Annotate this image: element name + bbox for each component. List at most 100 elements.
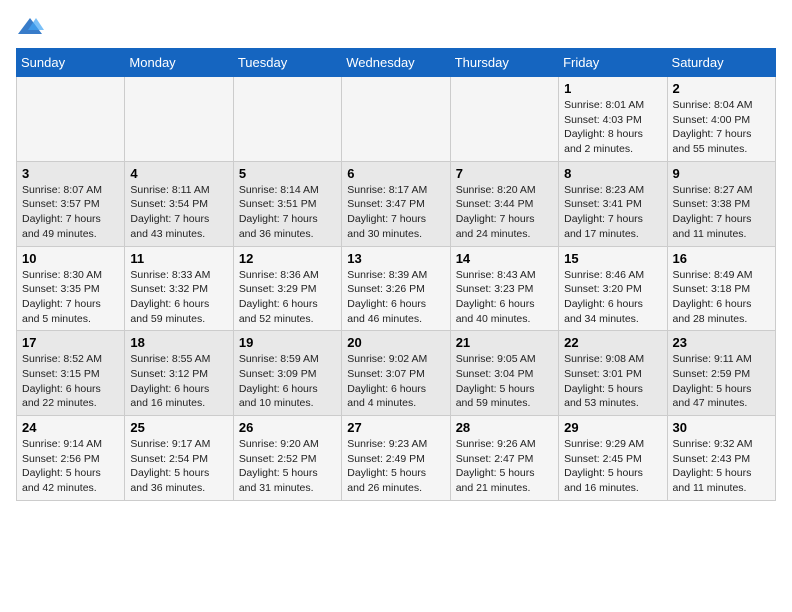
- calendar-cell: 3 Sunrise: 8:07 AMSunset: 3:57 PMDaylight…: [17, 161, 125, 246]
- calendar-cell: 18 Sunrise: 8:55 AMSunset: 3:12 PMDayligh…: [125, 331, 233, 416]
- day-info: Sunrise: 9:08 AMSunset: 3:01 PMDaylight:…: [564, 352, 661, 411]
- day-info: Sunrise: 8:49 AMSunset: 3:18 PMDaylight:…: [673, 268, 770, 327]
- day-number: 8: [564, 166, 661, 181]
- calendar-cell: [17, 77, 125, 162]
- day-number: 1: [564, 81, 661, 96]
- day-info: Sunrise: 8:23 AMSunset: 3:41 PMDaylight:…: [564, 183, 661, 242]
- day-info: Sunrise: 8:11 AMSunset: 3:54 PMDaylight:…: [130, 183, 227, 242]
- calendar-cell: [125, 77, 233, 162]
- day-number: 10: [22, 251, 119, 266]
- day-number: 29: [564, 420, 661, 435]
- day-number: 20: [347, 335, 444, 350]
- day-number: 28: [456, 420, 553, 435]
- calendar-cell: 22 Sunrise: 9:08 AMSunset: 3:01 PMDayligh…: [559, 331, 667, 416]
- calendar-cell: 1 Sunrise: 8:01 AMSunset: 4:03 PMDaylight…: [559, 77, 667, 162]
- day-info: Sunrise: 8:30 AMSunset: 3:35 PMDaylight:…: [22, 268, 119, 327]
- day-info: Sunrise: 9:02 AMSunset: 3:07 PMDaylight:…: [347, 352, 444, 411]
- day-number: 27: [347, 420, 444, 435]
- day-info: Sunrise: 8:17 AMSunset: 3:47 PMDaylight:…: [347, 183, 444, 242]
- calendar-cell: 30 Sunrise: 9:32 AMSunset: 2:43 PMDayligh…: [667, 416, 775, 501]
- day-number: 13: [347, 251, 444, 266]
- weekday-header-tuesday: Tuesday: [233, 49, 341, 77]
- day-number: 2: [673, 81, 770, 96]
- calendar-cell: 6 Sunrise: 8:17 AMSunset: 3:47 PMDaylight…: [342, 161, 450, 246]
- calendar-cell: 28Sunrise: 9:26 AMSunset: 2:47 PMDayligh…: [450, 416, 558, 501]
- calendar-cell: 5 Sunrise: 8:14 AMSunset: 3:51 PMDaylight…: [233, 161, 341, 246]
- day-info: Sunrise: 8:55 AMSunset: 3:12 PMDaylight:…: [130, 352, 227, 411]
- calendar-cell: 29 Sunrise: 9:29 AMSunset: 2:45 PMDayligh…: [559, 416, 667, 501]
- logo: [16, 16, 48, 38]
- weekday-header-sunday: Sunday: [17, 49, 125, 77]
- day-number: 4: [130, 166, 227, 181]
- calendar-cell: 23 Sunrise: 9:11 AMSunset: 2:59 PMDayligh…: [667, 331, 775, 416]
- calendar-cell: 8 Sunrise: 8:23 AMSunset: 3:41 PMDaylight…: [559, 161, 667, 246]
- day-info: Sunrise: 8:46 AMSunset: 3:20 PMDaylight:…: [564, 268, 661, 327]
- day-number: 6: [347, 166, 444, 181]
- day-info: Sunrise: 9:14 AMSunset: 2:56 PMDaylight:…: [22, 437, 119, 496]
- day-info: Sunrise: 8:14 AMSunset: 3:51 PMDaylight:…: [239, 183, 336, 242]
- day-info: Sunrise: 8:52 AMSunset: 3:15 PMDaylight:…: [22, 352, 119, 411]
- day-number: 17: [22, 335, 119, 350]
- day-info: Sunrise: 9:20 AMSunset: 2:52 PMDaylight:…: [239, 437, 336, 496]
- calendar-cell: 17 Sunrise: 8:52 AMSunset: 3:15 PMDayligh…: [17, 331, 125, 416]
- weekday-header-wednesday: Wednesday: [342, 49, 450, 77]
- calendar-cell: 12 Sunrise: 8:36 AMSunset: 3:29 PMDayligh…: [233, 246, 341, 331]
- calendar-cell: 16 Sunrise: 8:49 AMSunset: 3:18 PMDayligh…: [667, 246, 775, 331]
- calendar-cell: [233, 77, 341, 162]
- calendar-cell: 26 Sunrise: 9:20 AMSunset: 2:52 PMDayligh…: [233, 416, 341, 501]
- calendar-cell: 24 Sunrise: 9:14 AMSunset: 2:56 PMDayligh…: [17, 416, 125, 501]
- calendar-table: SundayMondayTuesdayWednesdayThursdayFrid…: [16, 48, 776, 501]
- calendar-cell: 7 Sunrise: 8:20 AMSunset: 3:44 PMDaylight…: [450, 161, 558, 246]
- calendar-cell: 14 Sunrise: 8:43 AMSunset: 3:23 PMDayligh…: [450, 246, 558, 331]
- calendar-cell: 20 Sunrise: 9:02 AMSunset: 3:07 PMDayligh…: [342, 331, 450, 416]
- day-number: 19: [239, 335, 336, 350]
- day-number: 5: [239, 166, 336, 181]
- day-number: 9: [673, 166, 770, 181]
- day-number: 26: [239, 420, 336, 435]
- calendar-cell: 9Sunrise: 8:27 AMSunset: 3:38 PMDaylight…: [667, 161, 775, 246]
- day-number: 30: [673, 420, 770, 435]
- weekday-header-saturday: Saturday: [667, 49, 775, 77]
- day-info: Sunrise: 8:59 AMSunset: 3:09 PMDaylight:…: [239, 352, 336, 411]
- header: [16, 16, 776, 38]
- day-info: Sunrise: 8:20 AMSunset: 3:44 PMDaylight:…: [456, 183, 553, 242]
- calendar-cell: 25 Sunrise: 9:17 AMSunset: 2:54 PMDayligh…: [125, 416, 233, 501]
- weekday-header-monday: Monday: [125, 49, 233, 77]
- day-number: 11: [130, 251, 227, 266]
- calendar-cell: 19 Sunrise: 8:59 AMSunset: 3:09 PMDayligh…: [233, 331, 341, 416]
- day-number: 12: [239, 251, 336, 266]
- day-number: 23: [673, 335, 770, 350]
- calendar-cell: 27Sunrise: 9:23 AMSunset: 2:49 PMDayligh…: [342, 416, 450, 501]
- day-number: 7: [456, 166, 553, 181]
- day-number: 22: [564, 335, 661, 350]
- day-info: Sunrise: 8:07 AMSunset: 3:57 PMDaylight:…: [22, 183, 119, 242]
- day-info: Sunrise: 8:39 AMSunset: 3:26 PMDaylight:…: [347, 268, 444, 327]
- day-info: Sunrise: 9:05 AMSunset: 3:04 PMDaylight:…: [456, 352, 553, 411]
- calendar-cell: 2 Sunrise: 8:04 AMSunset: 4:00 PMDaylight…: [667, 77, 775, 162]
- logo-icon: [16, 16, 44, 38]
- day-number: 3: [22, 166, 119, 181]
- calendar-cell: [450, 77, 558, 162]
- day-info: Sunrise: 9:29 AMSunset: 2:45 PMDaylight:…: [564, 437, 661, 496]
- day-info: Sunrise: 9:11 AMSunset: 2:59 PMDaylight:…: [673, 352, 770, 411]
- day-info: Sunrise: 8:36 AMSunset: 3:29 PMDaylight:…: [239, 268, 336, 327]
- day-number: 21: [456, 335, 553, 350]
- weekday-header-thursday: Thursday: [450, 49, 558, 77]
- calendar-cell: 15 Sunrise: 8:46 AMSunset: 3:20 PMDayligh…: [559, 246, 667, 331]
- day-number: 24: [22, 420, 119, 435]
- calendar-cell: 21 Sunrise: 9:05 AMSunset: 3:04 PMDayligh…: [450, 331, 558, 416]
- day-info: Sunrise: 8:33 AMSunset: 3:32 PMDaylight:…: [130, 268, 227, 327]
- day-number: 25: [130, 420, 227, 435]
- day-info: Sunrise: 9:32 AMSunset: 2:43 PMDaylight:…: [673, 437, 770, 496]
- day-number: 15: [564, 251, 661, 266]
- day-number: 18: [130, 335, 227, 350]
- day-info: Sunrise: 9:17 AMSunset: 2:54 PMDaylight:…: [130, 437, 227, 496]
- day-info: Sunrise: 8:04 AMSunset: 4:00 PMDaylight:…: [673, 98, 770, 157]
- day-info: Sunrise: 8:01 AMSunset: 4:03 PMDaylight:…: [564, 98, 661, 157]
- day-number: 14: [456, 251, 553, 266]
- calendar-cell: 4 Sunrise: 8:11 AMSunset: 3:54 PMDaylight…: [125, 161, 233, 246]
- calendar-cell: [342, 77, 450, 162]
- weekday-header-friday: Friday: [559, 49, 667, 77]
- day-number: 16: [673, 251, 770, 266]
- day-info: Sunrise: 8:43 AMSunset: 3:23 PMDaylight:…: [456, 268, 553, 327]
